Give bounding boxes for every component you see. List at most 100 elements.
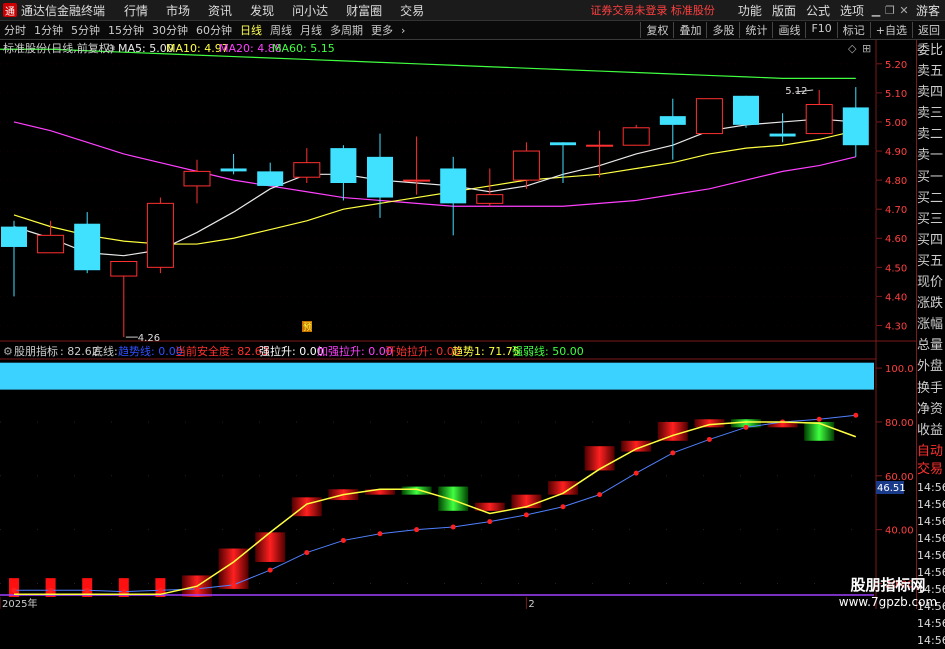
price-tick-label: 4.80 (885, 176, 907, 187)
adjust-button[interactable]: 复权 (640, 22, 673, 38)
date-label: 2025年 (2, 597, 37, 609)
diamond-icon[interactable]: ◇ (848, 42, 857, 55)
time-row: 14:56 (917, 497, 945, 511)
quote-bid2[interactable]: 买二 (917, 188, 945, 209)
indicator-name: 股朋指标 (14, 344, 58, 358)
menu-item-formula[interactable]: 公式 (806, 2, 830, 19)
menu-item-layout[interactable]: 版面 (772, 2, 796, 19)
period-daily[interactable]: 日线 (236, 22, 266, 38)
quote-volume[interactable]: 总量 (917, 335, 945, 356)
auto-trade-button[interactable]: 自动交易 (917, 443, 945, 479)
indicator-red-block (291, 497, 322, 517)
candle-down (330, 148, 357, 184)
draw-button[interactable]: 画线 (772, 22, 805, 38)
date-label: 2 (528, 599, 534, 609)
period-multi[interactable]: 多周期 (326, 22, 367, 38)
safety-dot (743, 424, 749, 430)
candle-up (476, 194, 504, 204)
safety-dot (487, 519, 493, 525)
price-tick-label: 4.70 (885, 205, 907, 216)
quote-bid4[interactable]: 买四 (917, 230, 945, 251)
time-row: 14:56 (917, 480, 945, 494)
menu-item-function[interactable]: 功能 (738, 2, 762, 19)
quote-price[interactable]: 现价 (917, 272, 945, 293)
indicator-green-block (401, 486, 432, 495)
cyan-band (0, 362, 874, 390)
menu-item-discover[interactable]: 发现 (250, 2, 274, 19)
indicator-gear-icon[interactable]: ⚙ (3, 345, 13, 358)
quote-panel: 委比 卖五 卖四 卖三 卖二 卖一 买一 买二 买三 买四 买五 现价 涨跌 涨… (916, 40, 945, 647)
minimize-icon[interactable]: ▁ (869, 4, 883, 17)
kline-chart-area[interactable]: 5.20 5.10 5.00 4.90 4.80 4.70 4.60 4.50 4.40 4.30… (0, 40, 916, 609)
quote-net-assets[interactable]: 净资 (917, 399, 945, 420)
close-icon[interactable]: ✕ (897, 4, 911, 17)
watermark-title: 股朋指标网 (850, 576, 926, 594)
quote-ask1[interactable]: 卖一 (917, 145, 945, 166)
quote-ratio[interactable]: 委比 (917, 40, 945, 61)
mark-button[interactable]: 标记 (836, 22, 870, 38)
candle-down (1, 226, 27, 247)
menu-item-ask[interactable]: 问小达 (292, 2, 328, 19)
more-chevron-icon[interactable]: › (397, 24, 409, 37)
restore-icon[interactable]: ❐ (883, 4, 897, 17)
candle-up (695, 98, 723, 135)
menu-item-options[interactable]: 选项 (840, 2, 864, 19)
stats-button[interactable]: 统计 (739, 22, 772, 38)
quote-change[interactable]: 涨跌 (917, 293, 945, 314)
guest-button[interactable]: 游客 (916, 2, 940, 19)
period-15min[interactable]: 15分钟 (104, 22, 148, 38)
quote-outer[interactable]: 外盘 (917, 356, 945, 377)
quote-bid5[interactable]: 买五 (917, 251, 945, 272)
quote-ask2[interactable]: 卖二 (917, 124, 945, 145)
period-monthly[interactable]: 月线 (296, 22, 326, 38)
period-1min[interactable]: 1分钟 (30, 22, 67, 38)
period-60min[interactable]: 60分钟 (192, 22, 236, 38)
candle-down (769, 133, 796, 137)
candle-down (74, 223, 101, 271)
period-intraday[interactable]: 分时 (0, 22, 30, 38)
candle-up (37, 234, 65, 254)
quote-change-pct[interactable]: 涨幅 (917, 314, 945, 335)
period-more[interactable]: 更多 (367, 22, 397, 38)
multi-stock-button[interactable]: 多股 (706, 22, 739, 38)
period-30min[interactable]: 30分钟 (148, 22, 192, 38)
quote-earnings[interactable]: 收益 (917, 420, 945, 441)
expand-icon[interactable]: ⊞ (862, 42, 871, 55)
back-button[interactable]: 返回 (912, 22, 945, 38)
period-weekly[interactable]: 周线 (266, 22, 296, 38)
settings-gear-icon[interactable]: ⚙ (106, 42, 116, 55)
price-tick-label: 5.20 (885, 60, 907, 71)
f10-button[interactable]: F10 (805, 22, 836, 38)
menu-item-trade[interactable]: 交易 (400, 2, 424, 19)
candle-up (403, 179, 431, 182)
indicator-enhanced-label: 加强拉升: 0.00 (317, 344, 393, 358)
menu-bar: 通 通达信金融终端 行情 市场 资讯 发现 问小达 财富圈 交易 证券交易未登录… (0, 0, 945, 21)
watermark-url: www.7gpzb.com (838, 595, 938, 609)
event-badge[interactable]: 预 (303, 322, 312, 333)
candle-down (842, 107, 869, 146)
period-5min[interactable]: 5分钟 (67, 22, 104, 38)
quote-ask4[interactable]: 卖四 (917, 82, 945, 103)
candle-up (146, 202, 174, 268)
overlay-button[interactable]: 叠加 (673, 22, 706, 38)
menu-item-market[interactable]: 市场 (166, 2, 190, 19)
quote-bid1[interactable]: 买一 (917, 167, 945, 188)
add-watchlist-button[interactable]: +自选 (869, 22, 912, 38)
quote-turnover[interactable]: 换手 (917, 378, 945, 399)
safety-dot (340, 537, 346, 543)
candle-up (293, 162, 321, 178)
safety-dot (48, 587, 54, 593)
price-tick-label: 5.00 (885, 118, 907, 129)
quote-ask5[interactable]: 卖五 (917, 61, 945, 82)
login-warning[interactable]: 证券交易未登录 标准股份 (590, 2, 715, 18)
app-logo-icon: 通 (3, 3, 17, 18)
safety-dot (450, 524, 456, 530)
menu-item-wealth[interactable]: 财富圈 (346, 2, 382, 19)
quote-bid3[interactable]: 买三 (917, 209, 945, 230)
ma60-label: MA60: 5.15 (272, 42, 335, 55)
menu-item-news[interactable]: 资讯 (208, 2, 232, 19)
safety-dot (84, 587, 90, 593)
menu-item-quotes[interactable]: 行情 (124, 2, 148, 19)
quote-ask3[interactable]: 卖三 (917, 103, 945, 124)
indicator-safety-label: 当前安全度: 82.63 (175, 344, 269, 358)
